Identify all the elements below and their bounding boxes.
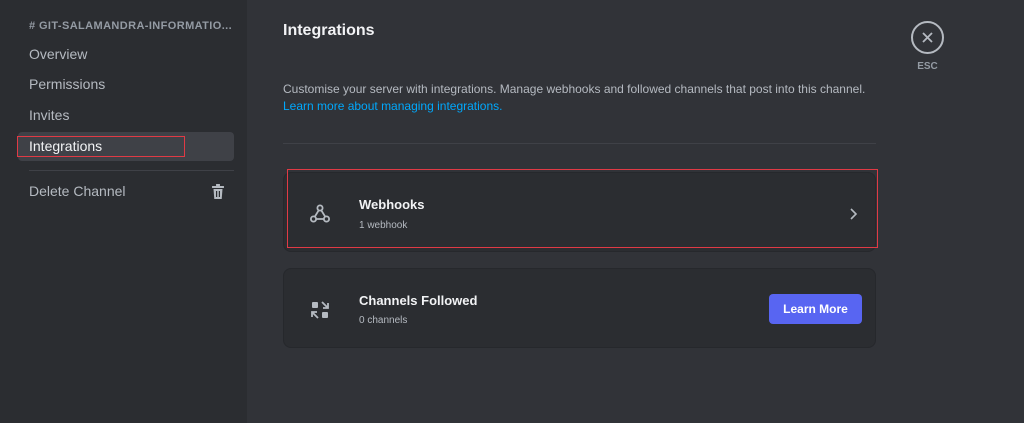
- learn-more-integrations-link[interactable]: Learn more about managing integrations.: [283, 99, 502, 113]
- webhooks-card[interactable]: Webhooks 1 webhook: [283, 172, 876, 252]
- chevron-right-icon: [850, 208, 858, 220]
- channels-followed-card: Channels Followed 0 channels Learn More: [283, 268, 876, 348]
- trash-icon: [212, 184, 224, 199]
- channels-followed-title: Channels Followed: [359, 293, 478, 308]
- settings-window: # GIT-SALAMANDRA-INFORMATIO... Overview …: [0, 0, 1024, 423]
- main-content: Integrations Customise your server with …: [247, 0, 1024, 423]
- close-button[interactable]: [911, 21, 944, 54]
- webhook-icon: [310, 204, 330, 223]
- webhooks-title: Webhooks: [359, 197, 425, 212]
- channels-followed-icon: [311, 301, 329, 319]
- sidebar-item-label: Integrations: [29, 138, 103, 154]
- delete-channel-label: Delete Channel: [29, 183, 126, 199]
- webhooks-count: 1 webhook: [359, 220, 408, 231]
- description-text: Customise your server with integrations.…: [283, 82, 866, 96]
- page-title: Integrations: [283, 22, 375, 39]
- integrations-description: Customise your server with integrations.…: [283, 81, 883, 115]
- sidebar-item-overview[interactable]: Overview: [18, 40, 234, 69]
- channel-title: # GIT-SALAMANDRA-INFORMATIO...: [29, 20, 233, 32]
- sidebar: # GIT-SALAMANDRA-INFORMATIO... Overview …: [0, 0, 247, 423]
- sidebar-item-label: Invites: [29, 107, 70, 123]
- esc-label: ESC: [917, 61, 938, 72]
- sidebar-item-integrations[interactable]: Integrations: [18, 132, 234, 161]
- learn-more-button[interactable]: Learn More: [769, 294, 862, 324]
- sidebar-divider: [29, 170, 234, 171]
- close-icon: [922, 32, 933, 43]
- sidebar-item-label: Overview: [29, 46, 88, 62]
- channels-followed-count: 0 channels: [359, 315, 408, 326]
- delete-channel-button[interactable]: Delete Channel: [18, 177, 234, 206]
- sidebar-item-invites[interactable]: Invites: [18, 101, 234, 130]
- section-divider: [283, 143, 876, 144]
- sidebar-item-label: Permissions: [29, 76, 106, 92]
- sidebar-item-permissions[interactable]: Permissions: [18, 70, 234, 99]
